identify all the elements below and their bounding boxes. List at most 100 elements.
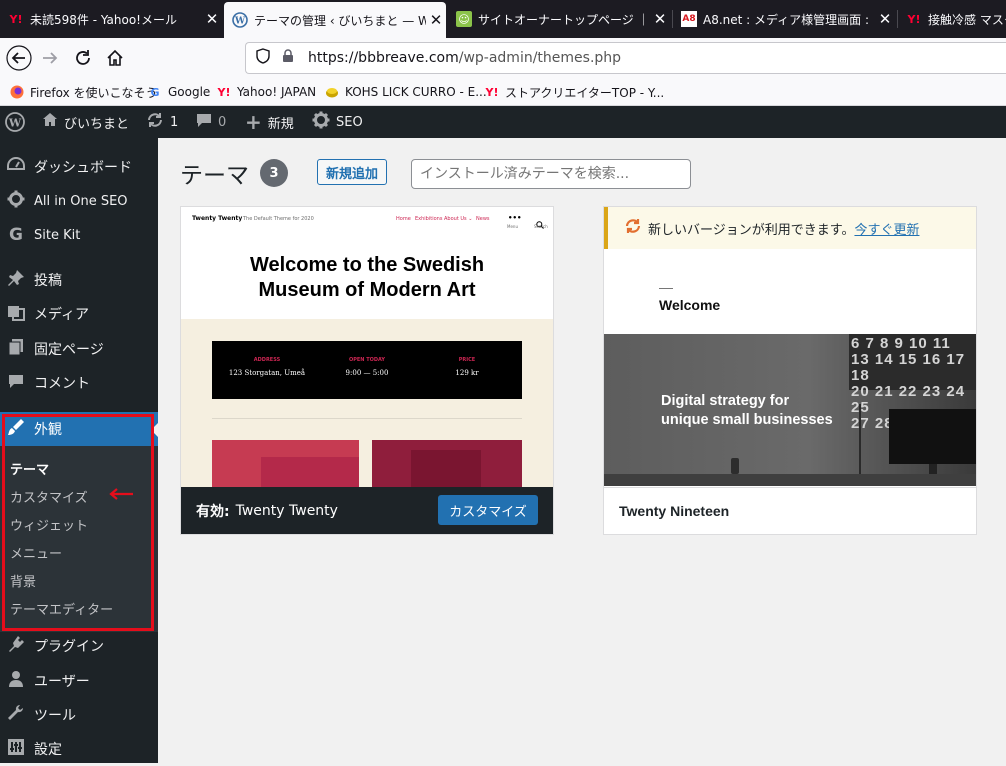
- home-button[interactable]: [100, 43, 130, 73]
- preview-info-hours: OPEN TODAY 9:00 — 5:00: [345, 357, 389, 377]
- theme-card-twenty-twenty[interactable]: Twenty Twenty The Default Theme for 2020…: [180, 206, 554, 535]
- theme-name: Twenty Nineteen: [619, 503, 730, 519]
- red-arrow-icon: [109, 488, 133, 500]
- preview-plant: [859, 404, 875, 474]
- adminbar-site-name[interactable]: びいちまと: [42, 106, 129, 138]
- home-icon: [107, 49, 123, 66]
- update-now-link[interactable]: 今すぐ更新: [854, 219, 919, 238]
- comment-icon: [196, 112, 212, 132]
- theme-card-footer: 有効: Twenty Twenty カスタマイズ: [181, 487, 553, 534]
- preview-monitor: [889, 409, 976, 464]
- theme-card-twenty-nineteen[interactable]: 新しいバージョンが利用できます。 今すぐ更新 Welcome 6 7 8 9 1…: [603, 206, 977, 535]
- tab-yahoo-mail[interactable]: Y! 未読598件 - Yahoo!メール ✕: [0, 0, 222, 38]
- adminbar-seo[interactable]: SEO: [312, 106, 363, 138]
- theme-count-badge: 3: [260, 159, 288, 187]
- sidebar-item-aioseo[interactable]: All in One SEO: [0, 184, 158, 218]
- firefox-icon: [10, 85, 24, 99]
- svg-text:W: W: [8, 117, 22, 130]
- close-tab-icon[interactable]: ✕: [202, 10, 222, 28]
- sidebar-item-plugins[interactable]: プラグイン: [0, 629, 158, 663]
- page-title: テーマ: [180, 163, 249, 189]
- yahoo-icon: Y!: [9, 12, 23, 26]
- theme-name: Twenty Twenty: [235, 502, 338, 519]
- sidebar-item-media[interactable]: メディア: [0, 297, 158, 331]
- shield-icon[interactable]: [256, 48, 272, 68]
- tab-a8[interactable]: A8 A8.net : メディア様管理画面 : トッ ✕: [673, 0, 895, 38]
- lock-icon[interactable]: [282, 49, 298, 67]
- wordpress-icon: W: [232, 12, 248, 28]
- customize-button[interactable]: カスタマイズ: [438, 495, 538, 525]
- url-path: /wp-admin/themes.php: [458, 50, 622, 66]
- theme-search-input[interactable]: [411, 159, 691, 189]
- url-domain: https://bbbreave.com: [308, 50, 459, 66]
- preview-artwork: [411, 450, 481, 487]
- close-tab-icon[interactable]: ✕: [875, 10, 895, 28]
- update-icon: [624, 217, 642, 240]
- gear-icon: [312, 111, 330, 133]
- preview-hero-image[interactable]: 6 7 8 9 10 11 13 14 15 16 17 18 20 21 22…: [604, 334, 976, 486]
- wordpress-icon: W: [5, 112, 25, 132]
- wp-logo-button[interactable]: W: [5, 106, 25, 138]
- home-icon: [42, 112, 58, 132]
- preview-nav-item: Exhibitions: [415, 216, 443, 222]
- theme-screenshot[interactable]: Twenty Twenty The Default Theme for 2020…: [181, 207, 553, 487]
- forward-arrow-icon: [43, 52, 58, 64]
- settings-icon: [6, 738, 26, 761]
- url-bar[interactable]: https://bbbreave.com/wp-admin/themes.php: [245, 42, 1006, 74]
- browser-navbar: https://bbbreave.com/wp-admin/themes.php: [0, 38, 1006, 78]
- reload-icon: [76, 50, 90, 65]
- sidebar-item-dashboard[interactable]: ダッシュボード: [0, 150, 158, 184]
- preview-tagline: Digital strategy for unique small busine…: [661, 393, 833, 428]
- tab-moshimo[interactable]: ☺ サイトオーナートップページ ｜ もしも ✕: [448, 0, 670, 38]
- close-tab-icon[interactable]: ✕: [426, 11, 446, 29]
- preview-header: Twenty Twenty The Default Theme for 2020…: [181, 207, 553, 319]
- google-g-icon: G: [9, 225, 23, 245]
- adminbar-comments[interactable]: 0: [196, 106, 226, 138]
- preview-brand: Twenty Twenty: [192, 215, 243, 222]
- comment-icon: [6, 373, 26, 394]
- google-icon: G: [150, 85, 160, 99]
- bookmark-store-creator[interactable]: Y! ストアクリエイターTOP - Y...: [485, 82, 665, 102]
- bookmark-firefox[interactable]: Firefox を使いこなそう: [10, 82, 158, 102]
- adminbar-updates[interactable]: 1: [146, 106, 178, 138]
- yahoo-icon: Y!: [217, 85, 231, 99]
- sidebar-item-site-kit[interactable]: G Site Kit: [0, 218, 158, 252]
- bookmark-kohs[interactable]: KOHS LICK CURRO - E...: [325, 82, 487, 102]
- bookmark-google[interactable]: G Google: [148, 82, 210, 102]
- sidebar-item-settings[interactable]: 設定: [0, 732, 158, 766]
- preview-description: The Default Theme for 2020: [243, 216, 314, 222]
- yahoo-icon: Y!: [485, 85, 499, 99]
- preview-menu-dots-icon: •••: [508, 214, 522, 222]
- adminbar-new[interactable]: + 新規: [245, 106, 294, 138]
- sidebar-item-users[interactable]: ユーザー: [0, 664, 158, 698]
- browser-tab-strip: Y! 未読598件 - Yahoo!メール ✕ W テーマの管理 ‹ びいちまと…: [0, 0, 1006, 38]
- preview-vase: [731, 458, 739, 474]
- back-button[interactable]: [4, 43, 34, 73]
- user-icon: [6, 670, 26, 693]
- add-new-button[interactable]: 新規追加: [317, 159, 387, 185]
- active-label: 有効:: [196, 503, 230, 520]
- sidebar-item-comments[interactable]: コメント: [0, 366, 158, 400]
- forward-button[interactable]: [35, 43, 65, 73]
- preview-info-bar: ADDRESS 123 Storgatan, Umeå OPEN TODAY 9…: [212, 341, 522, 399]
- sidebar-item-posts[interactable]: 投稿: [0, 263, 158, 297]
- sidebar-item-pages[interactable]: 固定ページ: [0, 332, 158, 366]
- preview-info-price: PRICE 129 kr: [455, 357, 479, 377]
- bookmark-yahoo-japan[interactable]: Y! Yahoo! JAPAN: [217, 82, 317, 102]
- kohs-icon: [325, 85, 339, 99]
- preview-info-address: ADDRESS 123 Storgatan, Umeå: [228, 357, 306, 377]
- back-arrow-icon: [6, 45, 32, 71]
- moshimo-icon: ☺: [456, 11, 472, 27]
- aioseo-icon: [6, 190, 26, 213]
- sidebar-item-tools[interactable]: ツール: [0, 698, 158, 732]
- reload-button[interactable]: [68, 43, 98, 73]
- tab-mask[interactable]: Y! 接触冷感 マスク: [898, 0, 1006, 38]
- close-tab-icon[interactable]: ✕: [650, 10, 670, 28]
- preview-nav-item: News: [476, 216, 490, 222]
- preview-artwork: [261, 457, 359, 487]
- svg-text:W: W: [234, 17, 246, 27]
- tab-wordpress-themes[interactable]: W テーマの管理 ‹ びいちまと — Word ✕: [224, 2, 446, 38]
- wrench-icon: [6, 704, 26, 727]
- preview-headline: Welcome to the Swedish Museum of Modern …: [249, 254, 485, 301]
- preview-dash: [659, 288, 673, 289]
